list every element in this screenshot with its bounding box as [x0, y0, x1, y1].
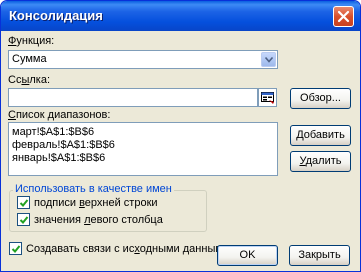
- use-labels-group-title: Использовать в качестве имен: [13, 183, 174, 195]
- close-icon: [337, 10, 350, 23]
- function-select-value: Сумма: [12, 53, 47, 65]
- function-label: Функция:: [8, 35, 55, 47]
- browse-button[interactable]: Обзор...: [290, 88, 351, 109]
- range-select-button[interactable]: [258, 88, 277, 107]
- top-row-checkbox-label[interactable]: подписи верхней строки: [34, 197, 158, 209]
- reference-input[interactable]: [8, 88, 258, 107]
- consolidation-dialog: Консолидация Функция: Сумма Ссылка: Обзо…: [0, 0, 361, 272]
- delete-button[interactable]: Удалить: [290, 151, 351, 172]
- create-links-checkbox[interactable]: [9, 242, 22, 255]
- close-dialog-button[interactable]: Закрыть: [289, 245, 350, 266]
- chevron-down-icon: [265, 57, 273, 63]
- list-item[interactable]: март!$A$1:$B$6: [12, 126, 94, 138]
- checkmark-icon: [19, 199, 29, 207]
- title-bar[interactable]: Консолидация: [1, 1, 360, 31]
- checkmark-icon: [19, 216, 29, 224]
- left-column-checkbox[interactable]: [17, 213, 30, 226]
- list-item[interactable]: февраль!$A$1:$B$6: [12, 139, 115, 151]
- checkmark-icon: [11, 245, 21, 253]
- left-column-checkbox-label[interactable]: значения левого столбца: [34, 214, 163, 226]
- reference-label: Ссылка:: [8, 74, 51, 86]
- close-button[interactable]: [333, 6, 354, 27]
- ranges-list[interactable]: март!$A$1:$B$6 февраль!$A$1:$B$6 январь!…: [8, 122, 278, 176]
- list-item[interactable]: январь!$A$1:$B$6: [12, 152, 105, 164]
- top-row-checkbox[interactable]: [17, 196, 30, 209]
- range-select-icon: [261, 92, 274, 104]
- ranges-label: Список диапазонов:: [8, 109, 111, 121]
- add-button[interactable]: Добавить: [290, 125, 351, 146]
- function-dropdown-button[interactable]: [261, 52, 276, 67]
- create-links-checkbox-label[interactable]: Создавать связи с исходными данными: [26, 243, 229, 255]
- dialog-title: Консолидация: [9, 8, 103, 23]
- function-select[interactable]: Сумма: [8, 50, 278, 69]
- ok-button[interactable]: OK: [217, 245, 278, 266]
